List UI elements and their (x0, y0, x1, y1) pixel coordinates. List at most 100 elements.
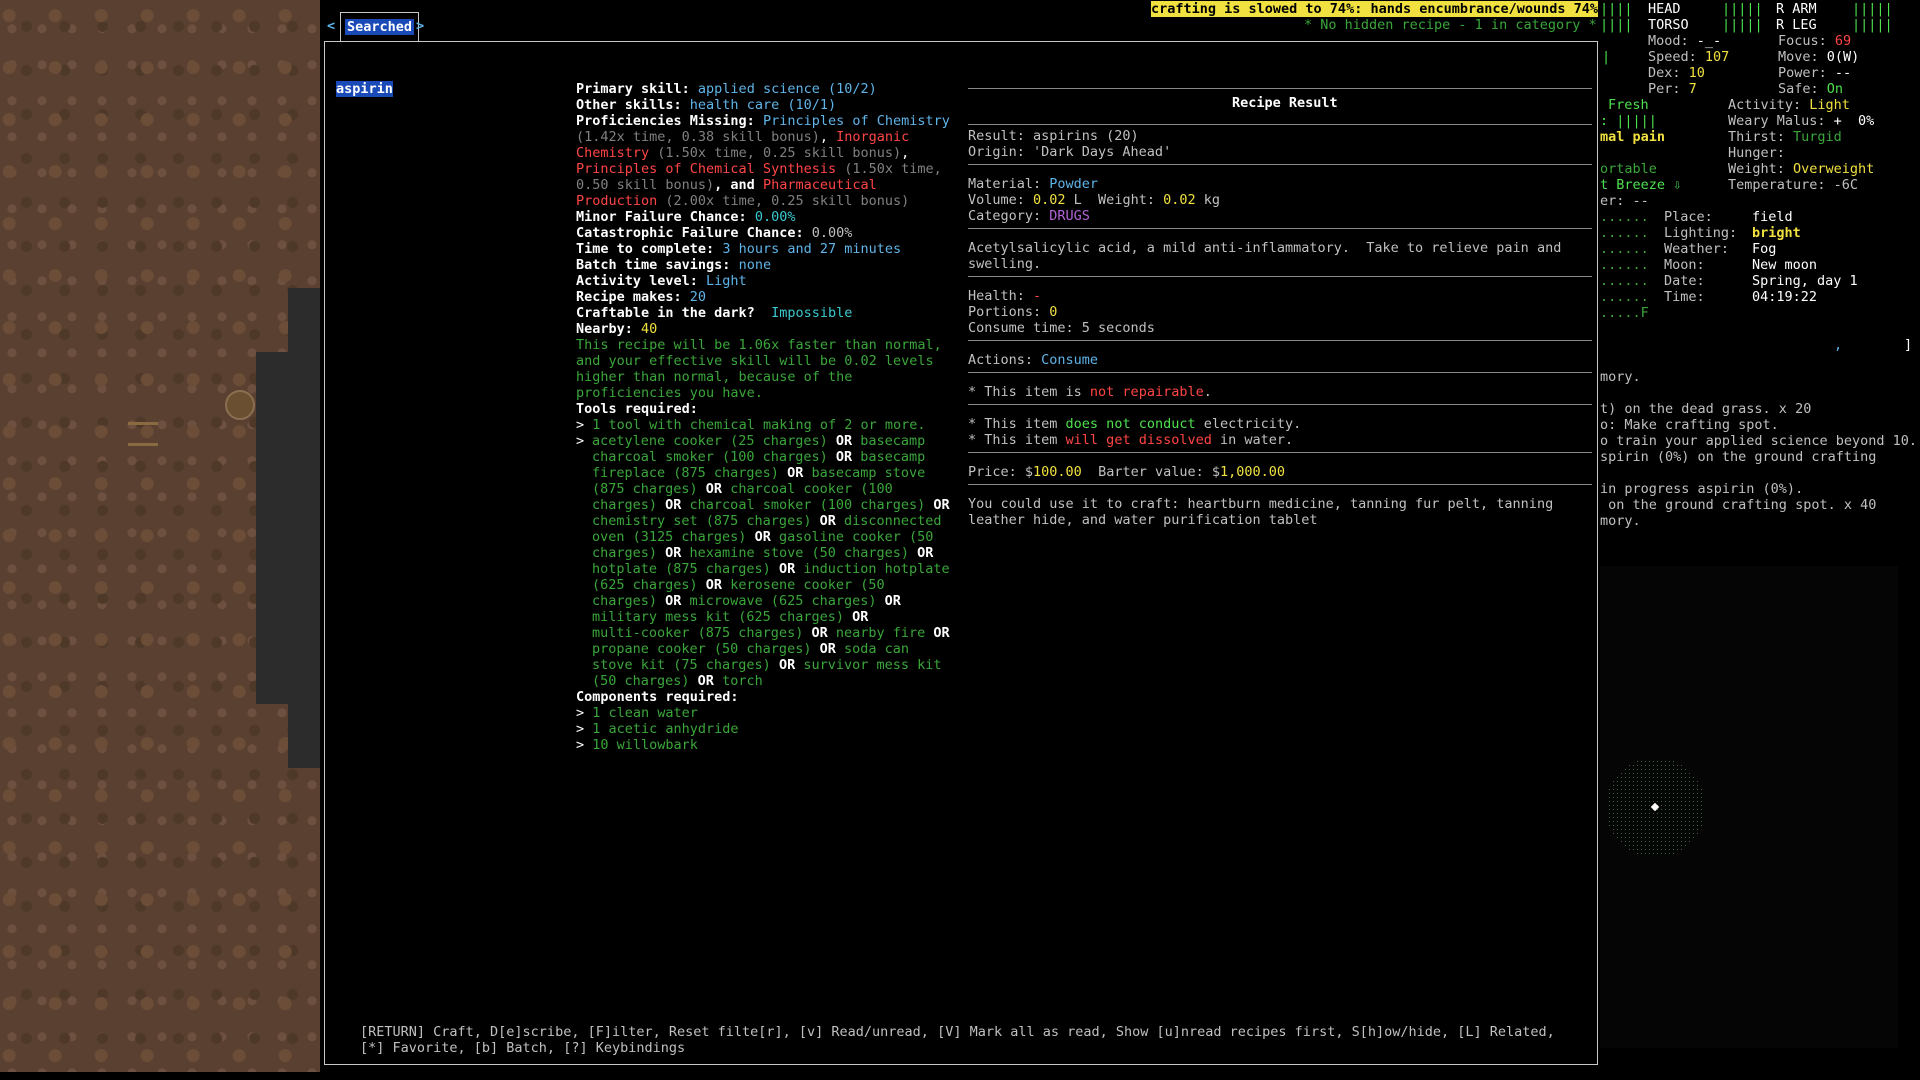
vision-dot (1629, 821, 1630, 822)
lighting-value: bright (1752, 225, 1801, 241)
vision-dot (1653, 801, 1654, 802)
vision-dot (1673, 801, 1674, 802)
vision-dot (1681, 801, 1682, 802)
tool-alternative-line: charges) OR microwave (625 charges) OR (592, 593, 901, 609)
vision-dot (1633, 833, 1634, 834)
message-log-line: t) on the dead grass. x 20 (1600, 401, 1812, 417)
vision-dot (1685, 801, 1686, 802)
vision-dot (1677, 849, 1678, 850)
message-log-line: o train your applied science beyond 10. (1600, 433, 1917, 449)
vision-dot (1625, 769, 1626, 770)
tool-alternative-line: (875 charges) OR charcoal cooker (100 (592, 481, 893, 497)
vision-dot (1681, 785, 1682, 786)
tool-alternative-line: chemistry set (875 charges) OR disconnec… (592, 513, 942, 529)
vision-dot (1649, 781, 1650, 782)
body-part-r-arm: R ARM (1776, 1, 1817, 17)
vision-dot (1645, 849, 1646, 850)
vision-dot (1693, 789, 1694, 790)
vision-dot (1689, 801, 1690, 802)
vision-dot (1633, 777, 1634, 778)
game-map-view (0, 0, 320, 1072)
or-separator: OR (657, 497, 690, 513)
vision-dot (1665, 853, 1666, 854)
vision-dot (1645, 841, 1646, 842)
body-part-r-leg: R LEG (1776, 17, 1817, 33)
vision-dot (1637, 781, 1638, 782)
vision-dot (1665, 833, 1666, 834)
vision-dot (1617, 837, 1618, 838)
tab-prev-arrow[interactable]: < (327, 18, 335, 34)
vision-dot (1677, 837, 1678, 838)
vision-dot (1609, 797, 1610, 798)
vision-dot (1681, 769, 1682, 770)
vision-dot (1657, 829, 1658, 830)
vision-dot (1657, 801, 1658, 802)
vision-dot (1665, 845, 1666, 846)
power-stat: Power: -- (1778, 65, 1852, 81)
proficiencies-line-2: (1.42x time, 0.38 skill bonus), Inorgani… (576, 129, 910, 145)
vision-dot (1697, 797, 1698, 798)
vision-dot (1685, 773, 1686, 774)
vision-dot (1641, 837, 1642, 838)
vision-dot (1657, 765, 1658, 766)
vision-dot (1665, 801, 1666, 802)
consume-time-line: Consume time: 5 seconds (968, 320, 1155, 336)
weather-value: Fog (1752, 241, 1777, 257)
vision-dot (1697, 833, 1698, 834)
tab-next-arrow[interactable]: > (416, 18, 424, 34)
tab-searched[interactable]: Searched (340, 12, 420, 41)
vision-dot (1657, 813, 1658, 814)
recipe-list-item-aspirin[interactable]: aspirin (336, 81, 393, 97)
crafting-slowed-warning: crafting is slowed to 74%: hands encumbr… (1151, 1, 1599, 17)
vision-dot (1629, 789, 1630, 790)
vision-dot (1677, 825, 1678, 826)
vision-dot (1645, 845, 1646, 846)
overmap-row: .....F (1600, 305, 1649, 321)
vision-dot (1673, 781, 1674, 782)
vision-dot (1645, 797, 1646, 798)
shrub-tile (225, 390, 255, 420)
vision-dot (1633, 789, 1634, 790)
vision-dot (1673, 853, 1674, 854)
vision-dot (1661, 853, 1662, 854)
tool-name: oven (3125 charges) (592, 529, 747, 545)
vision-dot (1629, 765, 1630, 766)
tool-name: induction hotplate (803, 561, 950, 577)
vision-dot (1657, 821, 1658, 822)
vision-dot (1637, 825, 1638, 826)
sidebar-bracket: ] (1904, 337, 1913, 353)
vision-dot (1677, 821, 1678, 822)
vision-dot (1673, 793, 1674, 794)
vision-dot (1677, 765, 1678, 766)
vision-dot (1617, 797, 1618, 798)
vision-dot (1653, 817, 1654, 818)
vision-dot (1637, 837, 1638, 838)
tool-name: microwave (625 charges) (689, 593, 877, 609)
stamina-bar: : ||||| (1600, 113, 1657, 129)
origin-line: Origin: 'Dark Days Ahead' (968, 144, 1172, 160)
vision-dot (1621, 781, 1622, 782)
vision-dot (1665, 817, 1666, 818)
vision-dot (1689, 817, 1690, 818)
vision-dot (1653, 825, 1654, 826)
vision-dot (1625, 801, 1626, 802)
vision-dot (1645, 785, 1646, 786)
vision-dot (1653, 761, 1654, 762)
catastrophic-failure-line: Catastrophic Failure Chance: 0.00% (576, 225, 853, 241)
tool-name: basecamp stove (811, 465, 926, 481)
vision-dot (1621, 841, 1622, 842)
vision-dot (1685, 805, 1686, 806)
vision-dot (1673, 817, 1674, 818)
vision-dot (1653, 821, 1654, 822)
vision-dot (1685, 809, 1686, 810)
or-separator: OR (657, 593, 690, 609)
tool-requirement-1: > 1 tool with chemical making of 2 or mo… (576, 417, 926, 433)
water-line: * This item will get dissolved in water. (968, 432, 1294, 448)
proficiencies-line-3: Chemistry (1.50x time, 0.25 skill bonus)… (576, 145, 910, 161)
vision-dot (1633, 785, 1634, 786)
vision-dot (1641, 841, 1642, 842)
vision-dot (1617, 793, 1618, 794)
vision-dot (1649, 797, 1650, 798)
vision-dot (1685, 777, 1686, 778)
tool-name: charcoal smoker (100 charges) (689, 497, 926, 513)
